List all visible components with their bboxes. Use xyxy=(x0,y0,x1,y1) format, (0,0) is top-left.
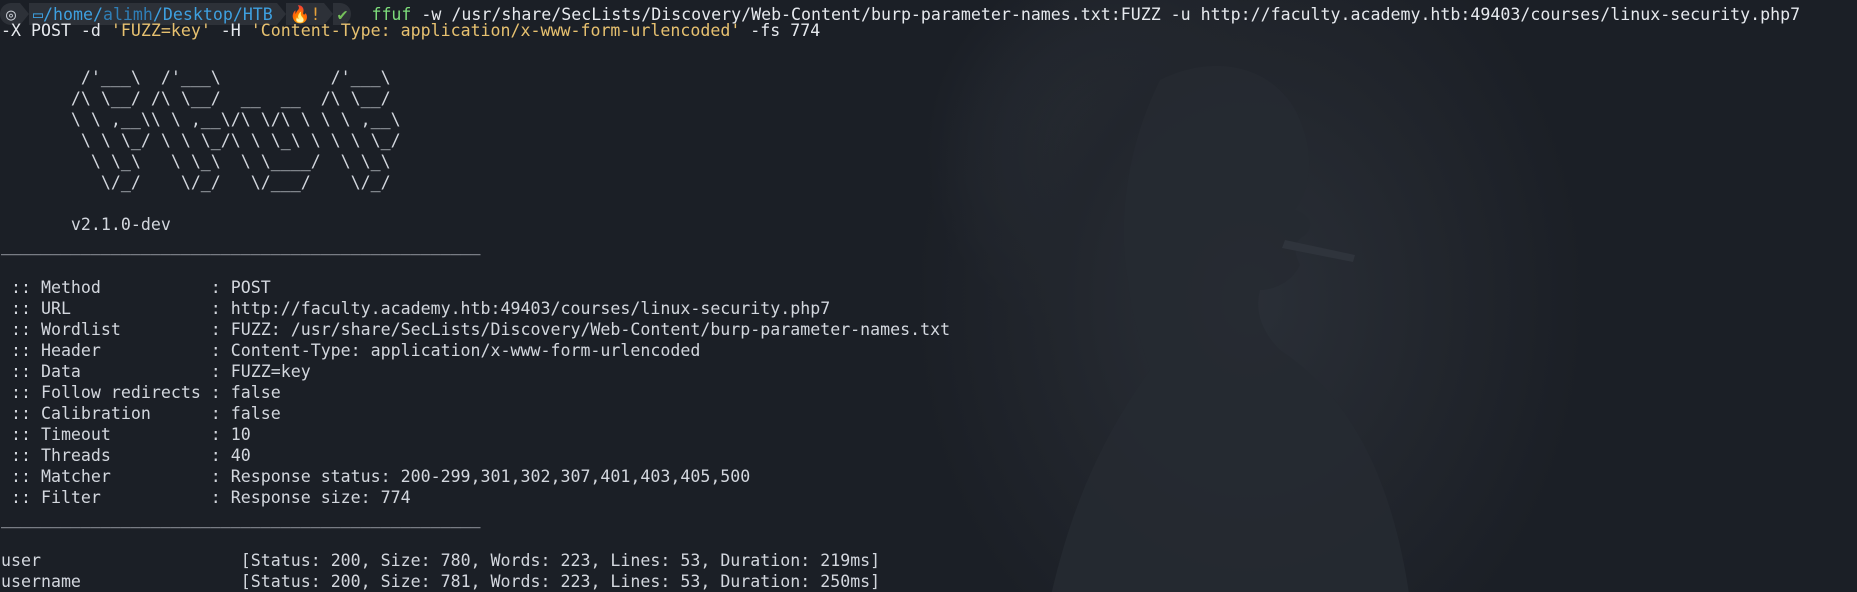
config-value: 40 xyxy=(230,446,251,465)
config-row-follow-redirects: :: Follow redirects : false xyxy=(1,382,281,403)
version-label: v2.1.0-dev xyxy=(1,215,171,234)
config-row-timeout: :: Timeout : 10 xyxy=(1,424,251,445)
config-row-calibration: :: Calibration : false xyxy=(1,403,281,424)
terminal-window[interactable]: ◎ ▭/home/alimh/Desktop/HTB 🔥! ✔ ffuf -w … xyxy=(0,0,1857,592)
config-key: :: Wordlist : xyxy=(1,320,231,339)
config-value: FUZZ: /usr/share/SecLists/Discovery/Web-… xyxy=(230,320,951,339)
config-key: :: Method : xyxy=(1,278,231,297)
command-args-2c: -fs 774 xyxy=(740,21,821,40)
separator-line: ________________________________________… xyxy=(1,236,481,255)
config-value: false xyxy=(230,383,281,402)
config-key: :: Threads : xyxy=(1,446,231,465)
result-row: username [Status: 200, Size: 781, Words:… xyxy=(1,571,880,592)
result-word: user xyxy=(1,551,241,570)
config-value: Response status: 200-299,301,302,307,401… xyxy=(230,467,751,486)
banner-ascii-line: \ \_\ \ \_\ \ \____/ \ \_\ xyxy=(1,152,461,171)
config-value: Response size: 774 xyxy=(230,488,411,507)
command-args-2a: -X POST -d xyxy=(1,21,111,40)
config-key: :: Header : xyxy=(1,341,231,360)
config-key: :: Calibration : xyxy=(1,404,231,423)
result-info: [Status: 200, Size: 780, Words: 223, Lin… xyxy=(240,551,881,570)
config-row-filter: :: Filter : Response size: 774 xyxy=(1,487,411,508)
banner-ascii-line: /\ \__/ /\ \__/ __ __ /\ \__/ xyxy=(1,89,461,108)
config-row-header: :: Header : Content-Type: application/x-… xyxy=(1,340,700,361)
command-line-2: -X POST -d 'FUZZ=key' -H 'Content-Type: … xyxy=(1,20,820,41)
config-value: POST xyxy=(230,278,271,297)
config-value: 10 xyxy=(230,425,251,444)
config-key: :: Timeout : xyxy=(1,425,231,444)
banner-ascii-line: /'___\ /'___\ /'___\ xyxy=(1,68,461,87)
command-data-string: 'FUZZ=key' xyxy=(110,21,211,40)
config-row-wordlist: :: Wordlist : FUZZ: /usr/share/SecLists/… xyxy=(1,319,950,340)
config-value: Content-Type: application/x-www-form-url… xyxy=(230,341,701,360)
config-row-threads: :: Threads : 40 xyxy=(1,445,251,466)
config-row-data: :: Data : FUZZ=key xyxy=(1,361,311,382)
banner-ascii-line: \/_/ \/_/ \/___/ \/_/ xyxy=(1,173,461,192)
config-key: :: Follow redirects : xyxy=(1,383,231,402)
banner-ascii-line: \ \ \_/ \ \ \_/\ \ \_\ \ \ \ \_/ xyxy=(1,131,461,150)
result-word: username xyxy=(1,572,241,591)
config-key: :: Matcher : xyxy=(1,467,231,486)
config-row-matcher: :: Matcher : Response status: 200-299,30… xyxy=(1,466,750,487)
result-row: user [Status: 200, Size: 780, Words: 223… xyxy=(1,550,880,571)
config-value: false xyxy=(230,404,281,423)
config-key: :: Filter : xyxy=(1,488,231,507)
config-key: :: URL : xyxy=(1,299,231,318)
config-value: http://faculty.academy.htb:49403/courses… xyxy=(230,299,831,318)
config-value: FUZZ=key xyxy=(230,362,311,381)
wallpaper-silhouette xyxy=(1051,66,1409,592)
config-key: :: Data : xyxy=(1,362,231,381)
command-header-string: 'Content-Type: application/x-www-form-ur… xyxy=(250,21,741,40)
result-info: [Status: 200, Size: 781, Words: 223, Lin… xyxy=(240,572,881,591)
separator-line: ________________________________________… xyxy=(1,509,481,528)
command-args-2b: -H xyxy=(210,21,251,40)
config-row-url: :: URL : http://faculty.academy.htb:4940… xyxy=(1,298,830,319)
config-row-method: :: Method : POST xyxy=(1,277,271,298)
banner-ascii-line: \ \ ,__\\ \ ,__\/\ \/\ \ \ \ ,__\ xyxy=(1,110,461,129)
